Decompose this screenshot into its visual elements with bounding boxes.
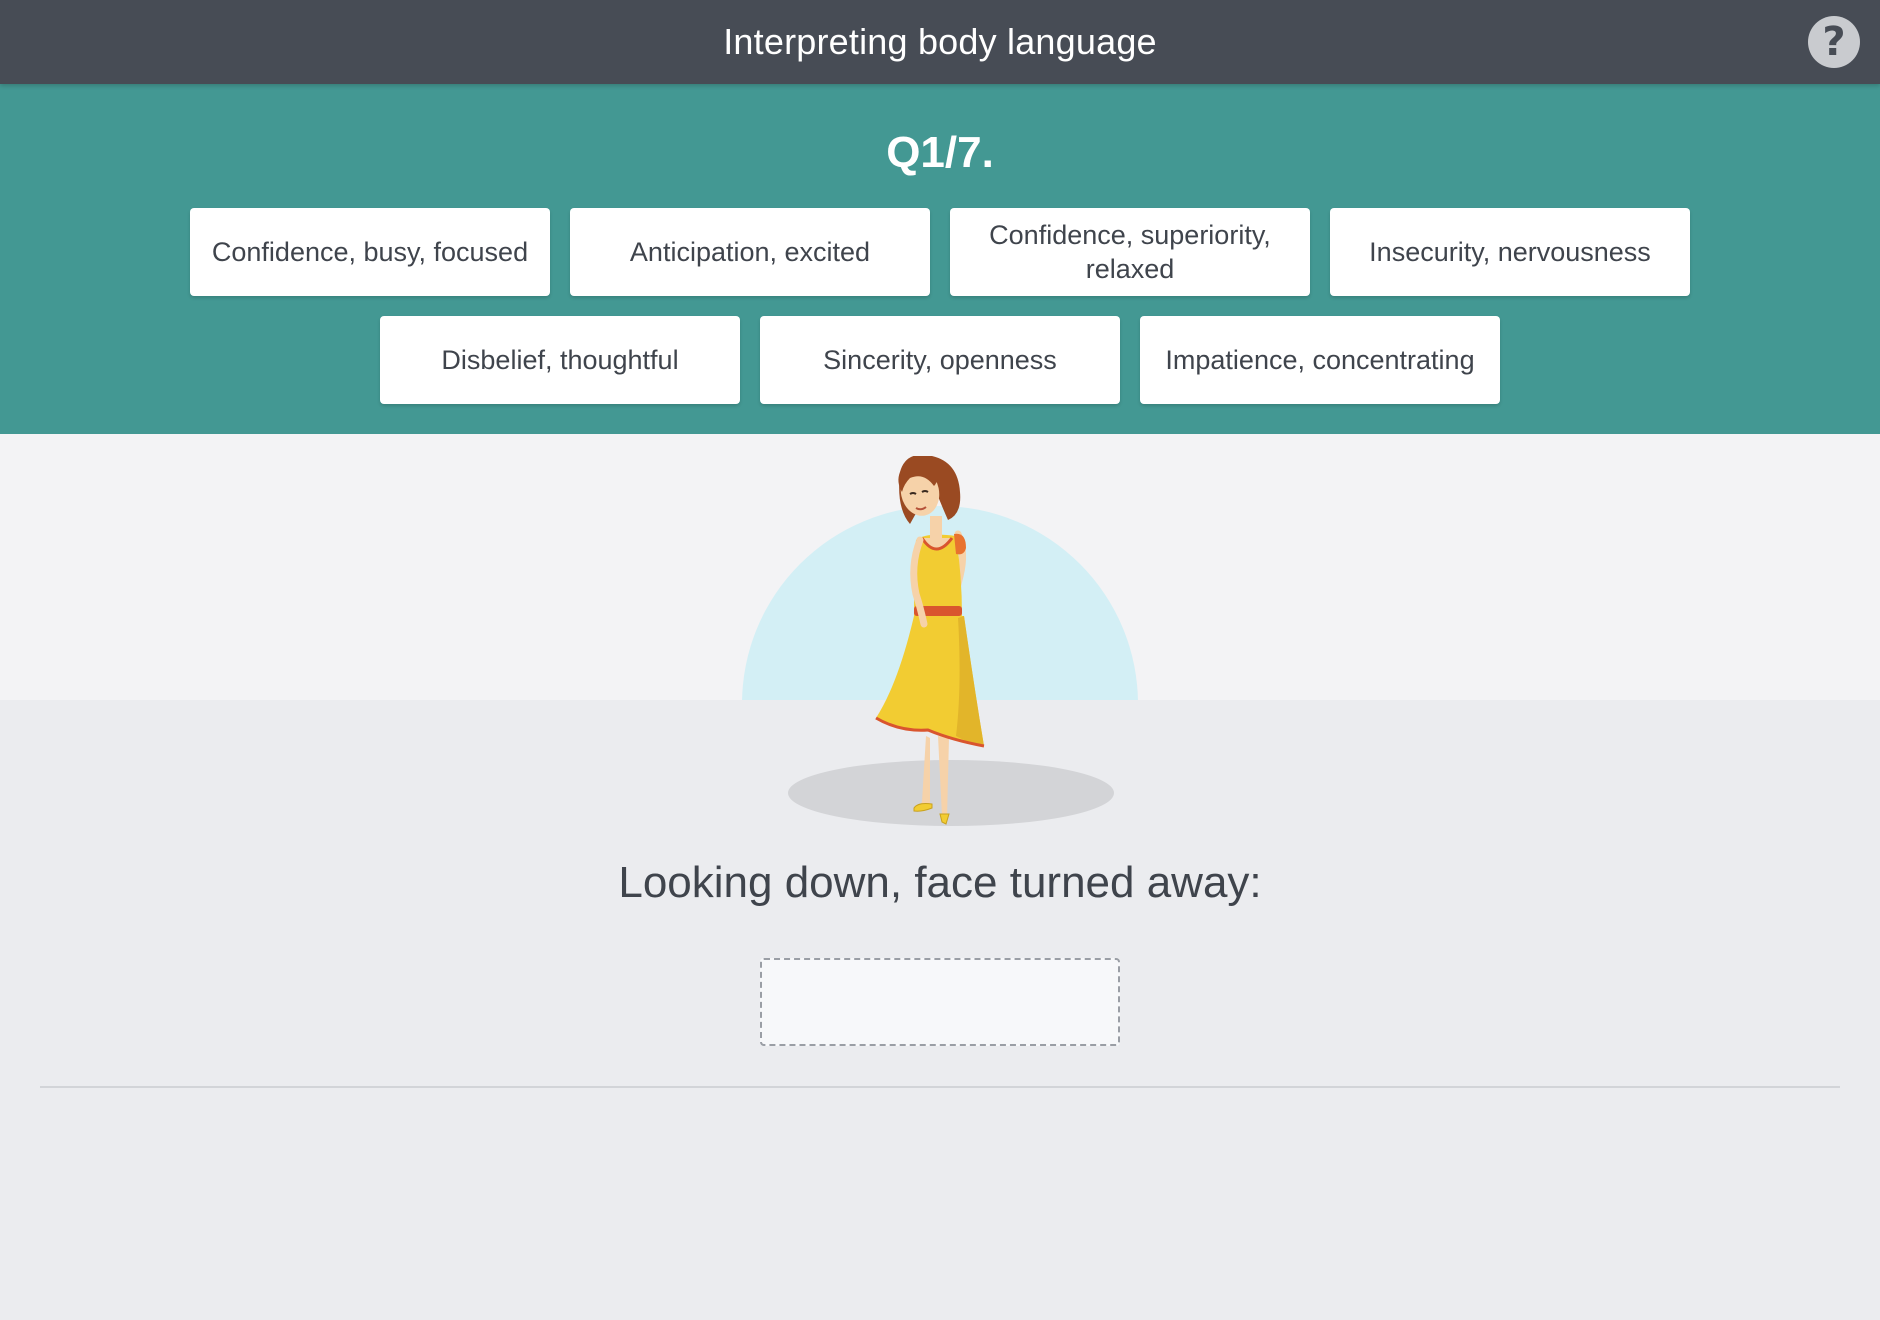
help-icon: ?	[1822, 19, 1846, 65]
option-card[interactable]: Anticipation, excited	[570, 208, 930, 296]
page-title: Interpreting body language	[723, 21, 1157, 62]
option-card[interactable]: Impatience, concentrating	[1140, 316, 1500, 404]
answer-drop-zone[interactable]	[760, 958, 1120, 1046]
top-bar: Interpreting body language ?	[0, 0, 1880, 84]
question-prompt: Looking down, face turned away:	[618, 858, 1262, 907]
option-card[interactable]: Disbelief, thoughtful	[380, 316, 740, 404]
answer-options-panel: Q1/7. Confidence, busy, focused Anticipa…	[0, 84, 1880, 434]
option-card[interactable]: Confidence, superiority, relaxed	[950, 208, 1310, 296]
help-button[interactable]: ?	[1808, 16, 1860, 68]
divider	[40, 1086, 1840, 1088]
option-card[interactable]: Sincerity, openness	[760, 316, 1120, 404]
woman-character-illustration	[875, 456, 985, 825]
option-card[interactable]: Confidence, busy, focused	[190, 208, 550, 296]
question-number: Q1/7.	[886, 128, 994, 177]
option-card[interactable]: Insecurity, nervousness	[1330, 208, 1690, 296]
